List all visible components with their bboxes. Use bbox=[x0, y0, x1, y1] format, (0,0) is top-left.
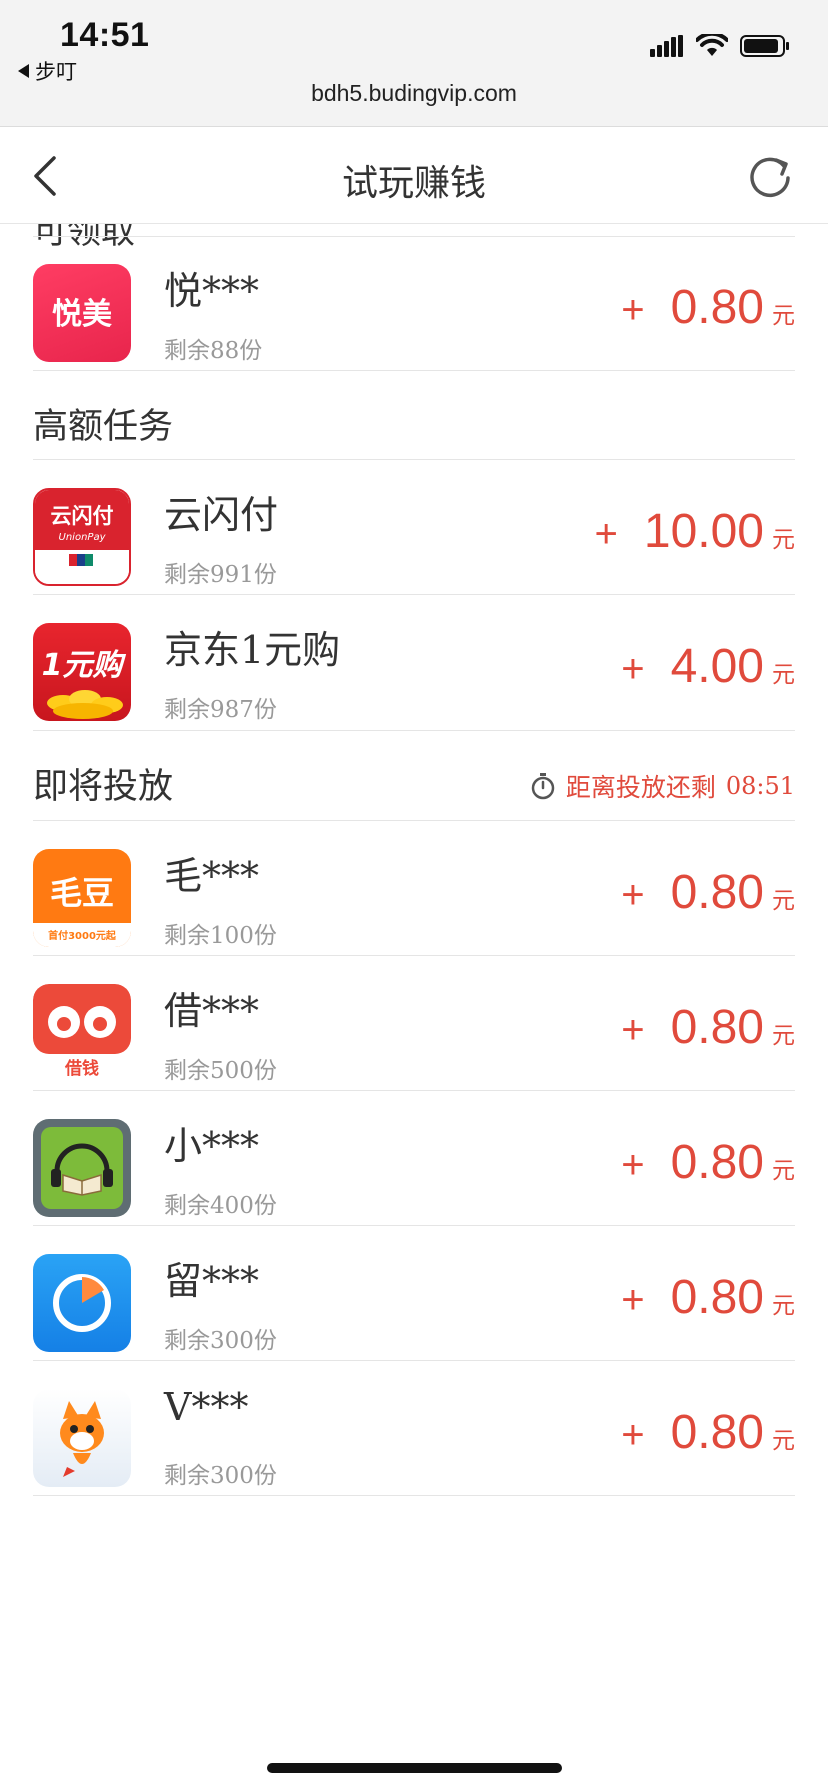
page-title: 试玩赚钱 bbox=[341, 162, 486, 203]
reward-value: 0.80 bbox=[670, 1406, 764, 1459]
jieqian-app-icon: 借钱 bbox=[33, 984, 131, 1082]
currency-unit: 元 bbox=[772, 1022, 795, 1048]
task-row[interactable]: 毛豆 首付3000元起 毛*** 剩余100份 + 0.80 元 bbox=[33, 821, 795, 975]
reward-amount: + 0.80 元 bbox=[621, 1135, 795, 1190]
timer-app-icon bbox=[33, 1254, 131, 1352]
remaining-count: 剩余88份 bbox=[164, 338, 263, 364]
app-name: 毛*** bbox=[164, 854, 260, 898]
icon-label: 借钱 bbox=[64, 1058, 99, 1079]
url-label: bdh5.budingvip.com bbox=[311, 80, 517, 106]
app-name: 京东1元购 bbox=[164, 628, 341, 672]
currency-unit: 元 bbox=[772, 302, 795, 328]
wifi-icon bbox=[696, 34, 728, 56]
currency-unit: 元 bbox=[772, 887, 795, 913]
task-row[interactable]: 留*** 剩余300份 + 0.80 元 bbox=[33, 1226, 795, 1380]
remaining-count: 剩余300份 bbox=[164, 1328, 277, 1354]
icon-label: 1元购 bbox=[42, 648, 127, 683]
countdown-time: 08:51 bbox=[725, 772, 795, 800]
remaining-count: 剩余400份 bbox=[164, 1193, 277, 1219]
task-row[interactable]: 云闪付 UnionPay 云闪付 剩余991份 + 10.00 元 bbox=[33, 460, 795, 614]
remaining-count: 剩余500份 bbox=[164, 1058, 277, 1084]
reward-value: 0.80 bbox=[670, 281, 764, 334]
reward-amount: + 4.00 元 bbox=[621, 639, 795, 694]
reward-amount: + 0.80 元 bbox=[621, 1270, 795, 1325]
task-row[interactable]: 小*** 剩余400份 + 0.80 元 bbox=[33, 1091, 795, 1245]
signal-icon bbox=[650, 35, 683, 57]
currency-unit: 元 bbox=[772, 1292, 795, 1318]
refresh-icon[interactable] bbox=[746, 152, 794, 200]
icon-label: 悦美 bbox=[52, 297, 112, 332]
section-header: 高额任务 bbox=[33, 370, 795, 470]
countdown: 距离投放还剩 08:51 bbox=[530, 768, 795, 804]
plus-sign: + bbox=[621, 1008, 645, 1052]
reward-value: 0.80 bbox=[670, 1271, 764, 1324]
app-name: 云闪付 bbox=[164, 493, 279, 537]
reward-amount: + 0.80 元 bbox=[621, 1000, 795, 1055]
reward-value: 10.00 bbox=[643, 505, 764, 558]
icon-sublabel: UnionPay bbox=[59, 532, 107, 543]
section-title: 即将投放 bbox=[33, 767, 174, 806]
reward-value: 0.80 bbox=[670, 866, 764, 919]
home-indicator[interactable] bbox=[267, 1763, 562, 1773]
icon-sublabel: 首付3000元起 bbox=[48, 929, 117, 942]
plus-sign: + bbox=[621, 1143, 645, 1187]
task-row[interactable]: 悦美 悦*** 剩余88份 + 0.80 元 bbox=[33, 236, 795, 390]
app-name: 留*** bbox=[164, 1259, 260, 1303]
reward-amount: + 0.80 元 bbox=[621, 865, 795, 920]
section-title: 高额任务 bbox=[33, 407, 174, 446]
plus-sign: + bbox=[621, 1413, 645, 1457]
plus-sign: + bbox=[621, 288, 645, 332]
reward-amount: + 10.00 元 bbox=[595, 504, 795, 559]
yuemei-app-icon: 悦美 bbox=[33, 264, 131, 362]
reward-amount: + 0.80 元 bbox=[621, 1405, 795, 1460]
currency-unit: 元 bbox=[772, 1157, 795, 1183]
jd-1yuan-app-icon: 1元购 bbox=[33, 623, 131, 721]
status-icons bbox=[650, 34, 790, 58]
app-name: 悦*** bbox=[164, 269, 260, 313]
task-row[interactable]: 1元购 京东1元购 剩余987份 + 4.00 元 bbox=[33, 595, 795, 749]
remaining-count: 剩余100份 bbox=[164, 923, 277, 949]
audiobook-app-icon bbox=[33, 1119, 131, 1217]
currency-unit: 元 bbox=[772, 526, 795, 552]
task-row[interactable]: V*** 剩余300份 + 0.80 元 bbox=[33, 1361, 795, 1515]
currency-unit: 元 bbox=[772, 1427, 795, 1453]
plus-sign: + bbox=[621, 647, 645, 691]
reward-amount: + 0.80 元 bbox=[621, 280, 795, 335]
status-bar: 14:51 步叮 bdh5.budingvip.com bbox=[0, 0, 828, 127]
stopwatch-icon bbox=[531, 773, 555, 800]
app-name: 借*** bbox=[164, 989, 260, 1033]
app-name: 小*** bbox=[164, 1124, 260, 1168]
remaining-count: 剩余300份 bbox=[164, 1463, 277, 1489]
maodou-app-icon: 毛豆 首付3000元起 bbox=[33, 849, 131, 947]
task-list[interactable]: 可领取 悦美 悦*** 剩余88份 + 0.80 元 高额任务 云闪付 Unio… bbox=[0, 224, 828, 1792]
status-time: 14:51 bbox=[60, 16, 150, 54]
plus-sign: + bbox=[621, 873, 645, 917]
remaining-count: 剩余991份 bbox=[164, 562, 277, 588]
reward-value: 0.80 bbox=[670, 1001, 764, 1054]
reward-value: 0.80 bbox=[670, 1136, 764, 1189]
unionpay-app-icon: 云闪付 UnionPay bbox=[33, 488, 131, 586]
remaining-count: 剩余987份 bbox=[164, 697, 277, 723]
app-name: V*** bbox=[164, 1385, 249, 1429]
fox-app-icon bbox=[33, 1389, 131, 1487]
divider bbox=[33, 1495, 795, 1496]
section-header: 即将投放 距离投放还剩 08:51 bbox=[33, 730, 795, 830]
plus-sign: + bbox=[594, 512, 618, 556]
reward-value: 4.00 bbox=[670, 640, 764, 693]
countdown-label: 距离投放还剩 bbox=[565, 774, 716, 802]
battery-icon bbox=[740, 35, 789, 57]
task-row[interactable]: 借钱 借*** 剩余500份 + 0.80 元 bbox=[33, 956, 795, 1110]
nav-header: 试玩赚钱 bbox=[0, 128, 828, 224]
plus-sign: + bbox=[621, 1278, 645, 1322]
icon-label: 毛豆 bbox=[50, 874, 114, 912]
back-triangle-icon bbox=[18, 64, 29, 78]
icon-label: 云闪付 bbox=[51, 504, 114, 528]
currency-unit: 元 bbox=[772, 661, 795, 687]
